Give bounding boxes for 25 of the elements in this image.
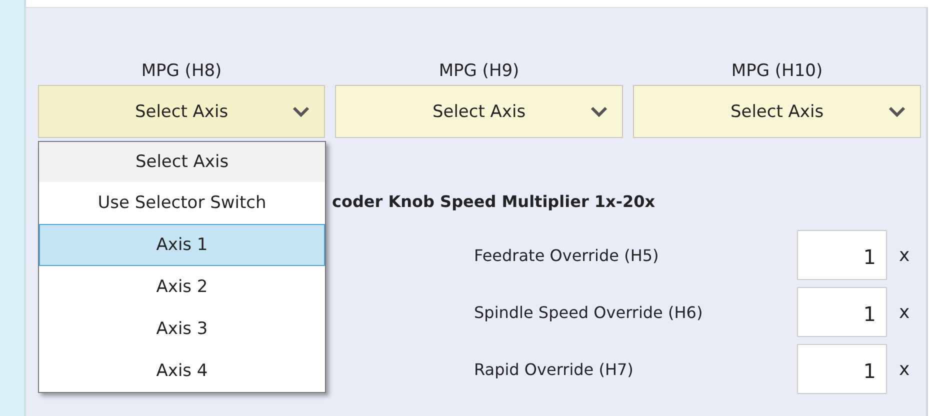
chevron-down-icon (292, 106, 310, 118)
unit-label: x (898, 244, 911, 266)
mpg-label: MPG (H10) (731, 60, 823, 83)
override-label: Rapid Override (H7) (474, 360, 634, 378)
override-input[interactable]: 1 (797, 287, 887, 337)
menu-item[interactable]: Axis 3 (39, 308, 325, 350)
mpg-label: MPG (H8) (141, 60, 222, 83)
unit-label: x (898, 302, 911, 322)
menu-item[interactable]: Axis 1 (39, 224, 325, 266)
unit-label: x (898, 358, 911, 380)
menu-header[interactable]: Select Axis (39, 142, 325, 182)
menu-item[interactable]: Axis 4 (39, 350, 325, 392)
override-label: Spindle Speed Override (H6) (474, 302, 704, 322)
axis-dropdown[interactable]: Select Axis (335, 85, 623, 138)
axis-dropdown[interactable]: Select Axis (38, 85, 325, 138)
override-label: Feedrate Override (H5) (474, 246, 660, 264)
chevron-down-icon (888, 106, 906, 118)
menu-item[interactable]: Use Selector Switch (39, 182, 325, 224)
axis-dropdown[interactable]: Select Axis (633, 85, 921, 138)
chevron-down-icon (590, 106, 608, 118)
override-input[interactable]: 1 (797, 344, 887, 394)
menu-item[interactable]: Axis 2 (39, 266, 325, 308)
section-heading: coder Knob Speed Multiplier 1x-20x (332, 192, 656, 213)
override-input[interactable]: 1 (797, 230, 887, 280)
mpg-label: MPG (H9) (438, 60, 520, 83)
